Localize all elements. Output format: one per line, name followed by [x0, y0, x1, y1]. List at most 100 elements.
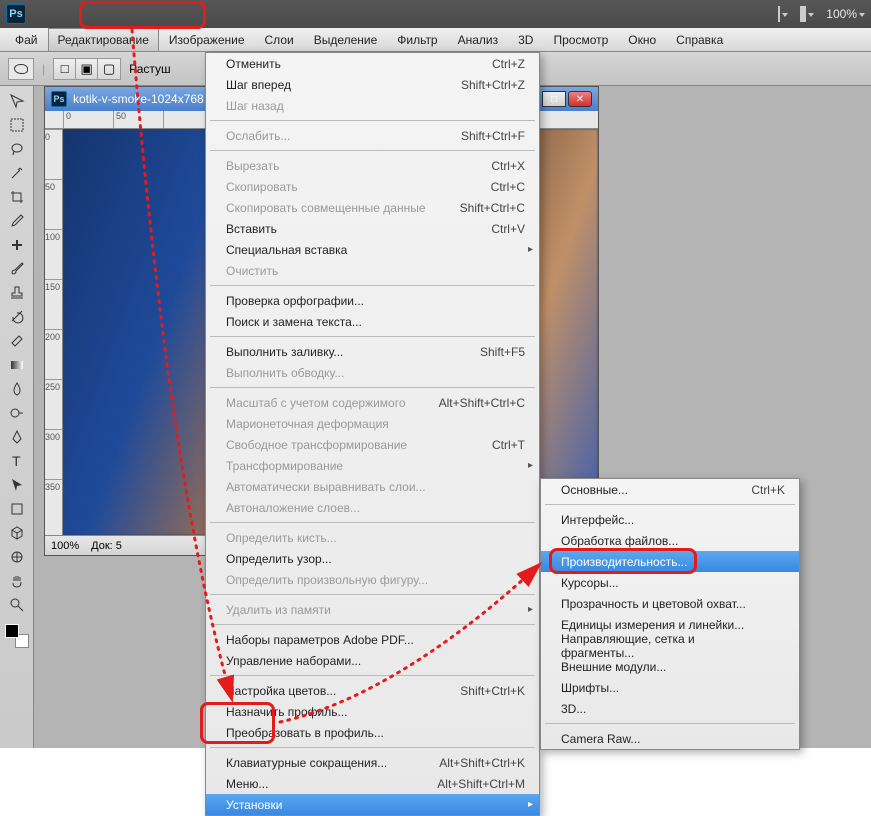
edit-menu-item-9[interactable]: ВставитьCtrl+V	[206, 218, 539, 239]
edit-menu-item-27[interactable]: Определить узор...	[206, 548, 539, 569]
feather-label: Растуш	[129, 62, 171, 76]
pen-tool[interactable]	[5, 426, 29, 448]
edit-menu-item-4: Ослабить...Shift+Ctrl+F	[206, 125, 539, 146]
marquee-tool[interactable]	[5, 114, 29, 136]
doc-zoom[interactable]: 100%	[51, 540, 79, 552]
healing-tool[interactable]	[5, 234, 29, 256]
menu-item-label: Автоматически выравнивать слои...	[226, 480, 426, 494]
edit-menu-item-1[interactable]: Шаг впередShift+Ctrl+Z	[206, 74, 539, 95]
lasso-tool[interactable]	[5, 138, 29, 160]
menu-edit[interactable]: Редактирование	[48, 28, 159, 51]
menu-item-label: Назначить профиль...	[226, 705, 347, 719]
color-swatches[interactable]	[5, 624, 29, 648]
menu-item-label: Выполнить заливку...	[226, 345, 343, 359]
menu-item-label: Поиск и замена текста...	[226, 315, 362, 329]
prefs-menu-item-11[interactable]: 3D...	[541, 698, 799, 719]
edit-menu-item-39[interactable]: Клавиатурные сокращения...Alt+Shift+Ctrl…	[206, 752, 539, 773]
selection-mode[interactable]: □▣▢	[53, 58, 121, 80]
eyedropper-tool[interactable]	[5, 210, 29, 232]
menu-item-shortcut: Ctrl+Z	[492, 57, 525, 71]
hand-tool[interactable]	[5, 570, 29, 592]
prefs-menu-item-5[interactable]: Курсоры...	[541, 572, 799, 593]
edit-menu-item-6: ВырезатьCtrl+X	[206, 155, 539, 176]
edit-menu-item-19: Масштаб с учетом содержимогоAlt+Shift+Ct…	[206, 392, 539, 413]
blur-tool[interactable]	[5, 378, 29, 400]
menu-item-label: Производительность...	[561, 555, 687, 569]
menu-item-label: Определить узор...	[226, 552, 332, 566]
doc-close[interactable]: ✕	[568, 91, 592, 107]
menu-item-label: Шаг назад	[226, 99, 284, 113]
menu-item-label: Масштаб с учетом содержимого	[226, 396, 406, 410]
edit-menu-item-32[interactable]: Наборы параметров Adobe PDF...	[206, 629, 539, 650]
active-tool-preview[interactable]	[8, 58, 34, 80]
prefs-menu-item-8[interactable]: Направляющие, сетка и фрагменты...	[541, 635, 799, 656]
menu-view[interactable]: Просмотр	[543, 28, 618, 51]
gradient-tool[interactable]	[5, 354, 29, 376]
menu-filter[interactable]: Фильтр	[387, 28, 447, 51]
edit-menu-item-35[interactable]: Настройка цветов...Shift+Ctrl+K	[206, 680, 539, 701]
history-brush-tool[interactable]	[5, 306, 29, 328]
svg-text:T: T	[12, 453, 21, 469]
move-tool[interactable]	[5, 90, 29, 112]
menu-item-label: Вырезать	[226, 159, 279, 173]
3d-camera-tool[interactable]	[5, 546, 29, 568]
prefs-menu-item-4[interactable]: Производительность...	[541, 551, 799, 572]
edit-menu-item-33[interactable]: Управление наборами...	[206, 650, 539, 671]
menu-item-shortcut: Shift+Ctrl+C	[460, 201, 525, 215]
menu-item-label: Курсоры...	[561, 576, 619, 590]
edit-menu-item-14[interactable]: Поиск и замена текста...	[206, 311, 539, 332]
menu-3d[interactable]: 3D	[508, 28, 543, 51]
prefs-menu-item-13[interactable]: Camera Raw...	[541, 728, 799, 749]
menu-image[interactable]: Изображение	[159, 28, 255, 51]
menu-item-label: Установки	[226, 798, 282, 812]
menu-file[interactable]: Фай	[0, 28, 48, 51]
dodge-tool[interactable]	[5, 402, 29, 424]
stamp-tool[interactable]	[5, 282, 29, 304]
edit-menu-item-41[interactable]: Установки	[206, 794, 539, 815]
zoom-tool[interactable]	[5, 594, 29, 616]
menu-item-label: Интерфейс...	[561, 513, 634, 527]
menu-item-shortcut: Alt+Shift+Ctrl+M	[437, 777, 525, 791]
edit-menu-item-37[interactable]: Преобразовать в профиль...	[206, 722, 539, 743]
menu-item-label: Camera Raw...	[561, 732, 640, 746]
edit-menu-item-0[interactable]: Отменить Ctrl+Z	[206, 53, 539, 74]
menu-help[interactable]: Справка	[666, 28, 733, 51]
prefs-menu-item-3[interactable]: Обработка файлов...	[541, 530, 799, 551]
doc-maximize[interactable]: □	[542, 91, 566, 107]
eraser-tool[interactable]	[5, 330, 29, 352]
prefs-menu-item-6[interactable]: Прозрачность и цветовой охват...	[541, 593, 799, 614]
3d-tool[interactable]	[5, 522, 29, 544]
menu-item-label: Управление наборами...	[226, 654, 361, 668]
menu-item-label: Ослабить...	[226, 129, 290, 143]
menubar: Фай Редактирование Изображение Слои Выде…	[0, 28, 871, 52]
menu-window[interactable]: Окно	[618, 28, 666, 51]
prefs-menu-item-10[interactable]: Шрифты...	[541, 677, 799, 698]
menu-item-label: Скопировать	[226, 180, 298, 194]
shape-tool[interactable]	[5, 498, 29, 520]
menu-analysis[interactable]: Анализ	[448, 28, 509, 51]
edit-menu-item-28: Определить произвольную фигуру...	[206, 569, 539, 590]
prefs-menu-item-0[interactable]: Основные...Ctrl+K	[541, 479, 799, 500]
type-tool[interactable]: T	[5, 450, 29, 472]
brush-tool[interactable]	[5, 258, 29, 280]
menu-select[interactable]: Выделение	[304, 28, 388, 51]
menu-item-shortcut: Ctrl+T	[492, 438, 525, 452]
edit-menu-item-10[interactable]: Специальная вставка	[206, 239, 539, 260]
extras-menu[interactable]	[800, 7, 814, 21]
prefs-menu-item-9[interactable]: Внешние модули...	[541, 656, 799, 677]
workspace-switcher[interactable]	[778, 7, 788, 21]
edit-menu-item-36[interactable]: Назначить профиль...	[206, 701, 539, 722]
crop-tool[interactable]	[5, 186, 29, 208]
edit-menu-item-13[interactable]: Проверка орфографии...	[206, 290, 539, 311]
zoom-level[interactable]: 100%	[826, 7, 865, 21]
magic-wand-tool[interactable]	[5, 162, 29, 184]
edit-menu-item-8: Скопировать совмещенные данныеShift+Ctrl…	[206, 197, 539, 218]
menu-item-label: 3D...	[561, 702, 586, 716]
preferences-submenu: Основные...Ctrl+K Интерфейс... Обработка ф…	[540, 478, 800, 750]
menu-item-label: Отменить	[226, 57, 281, 71]
edit-menu-item-40[interactable]: Меню...Alt+Shift+Ctrl+M	[206, 773, 539, 794]
path-select-tool[interactable]	[5, 474, 29, 496]
menu-layers[interactable]: Слои	[255, 28, 304, 51]
prefs-menu-item-2[interactable]: Интерфейс...	[541, 509, 799, 530]
edit-menu-item-16[interactable]: Выполнить заливку...Shift+F5	[206, 341, 539, 362]
